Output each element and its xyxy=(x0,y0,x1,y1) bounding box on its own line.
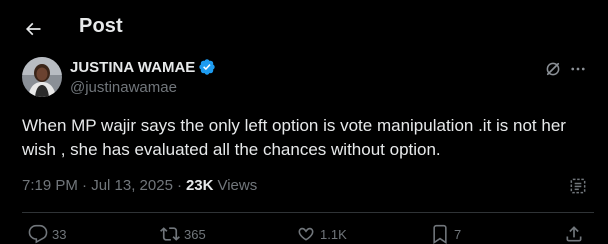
page-title: Post xyxy=(79,15,123,37)
bookmark-button[interactable]: 7 xyxy=(430,224,461,244)
tweet-text: When MP wajir says the only left option … xyxy=(22,116,566,159)
grok-button[interactable] xyxy=(542,58,564,80)
grok-icon xyxy=(546,62,560,76)
analytics-icon xyxy=(570,178,586,194)
repost-icon xyxy=(160,227,180,241)
page-header: Post xyxy=(0,0,608,56)
repost-count: 365 xyxy=(184,226,206,242)
like-count: 1.1K xyxy=(320,226,347,242)
author-name[interactable]: JUSTINA WAMAE xyxy=(70,58,216,76)
views-label: Views xyxy=(217,177,258,194)
share-button[interactable] xyxy=(564,224,584,244)
like-button[interactable]: 1.1K xyxy=(296,224,347,244)
reply-icon xyxy=(28,224,48,244)
bookmark-count: 7 xyxy=(454,226,462,242)
heart-icon xyxy=(298,227,314,241)
avatar-image xyxy=(22,57,62,97)
more-horizontal-icon xyxy=(571,67,585,71)
meta-separator: · xyxy=(176,177,182,194)
reply-count: 33 xyxy=(52,226,67,242)
more-button[interactable] xyxy=(566,58,590,80)
reply-button[interactable]: 33 xyxy=(28,224,66,244)
verified-badge-icon xyxy=(198,58,216,76)
arrow-left-icon xyxy=(25,22,41,36)
bookmark-icon xyxy=(433,224,447,244)
share-icon xyxy=(566,226,582,242)
views-count: 23K xyxy=(185,177,214,194)
back-button[interactable] xyxy=(16,12,50,46)
tweet-meta: 7:19 PM · Jul 13, 2025 · 23K Views xyxy=(22,177,257,194)
divider xyxy=(22,212,594,213)
author-name-text: JUSTINA WAMAE xyxy=(70,58,196,76)
analytics-button[interactable] xyxy=(567,175,589,197)
action-bar: 33 365 1.1K 7 xyxy=(0,224,608,244)
avatar[interactable] xyxy=(22,57,62,97)
repost-button[interactable]: 365 xyxy=(160,224,206,244)
author-handle[interactable]: @justinawamae xyxy=(70,79,177,96)
timestamp-link[interactable]: 7:19 PM · Jul 13, 2025 xyxy=(22,177,173,194)
